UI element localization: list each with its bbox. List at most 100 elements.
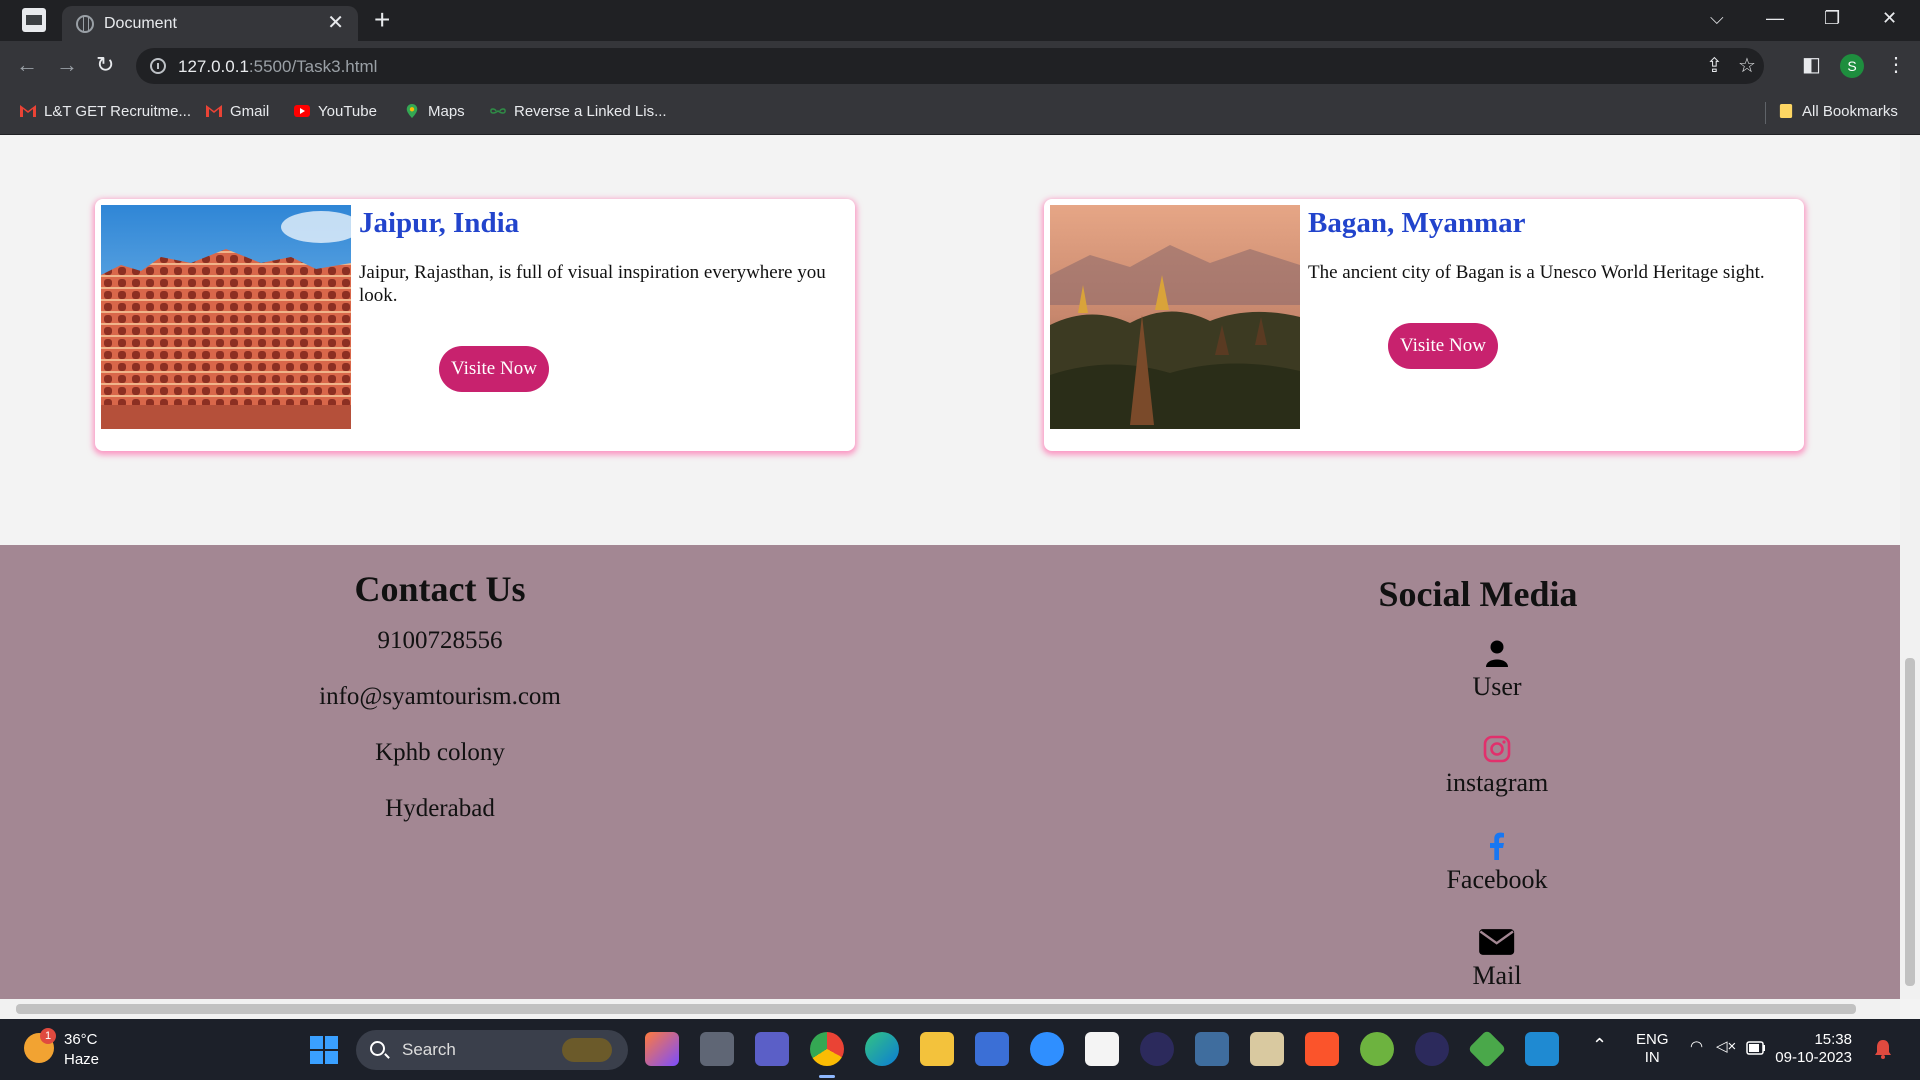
tab-title: Document bbox=[104, 15, 177, 32]
weather-badge: 1 bbox=[40, 1028, 56, 1044]
gmail-icon bbox=[20, 105, 36, 117]
social-instagram-link[interactable]: instagram bbox=[1397, 735, 1597, 798]
browser-tab[interactable]: Document ✕ bbox=[62, 6, 358, 41]
git-gui-icon[interactable] bbox=[1467, 1029, 1507, 1069]
bookmark-maps[interactable]: Maps bbox=[404, 103, 465, 120]
minimize-button[interactable]: — bbox=[1766, 6, 1784, 30]
all-bookmarks[interactable]: All Bookmarks bbox=[1778, 103, 1898, 120]
globe-icon bbox=[76, 15, 94, 33]
url-path: :5500/Task3.html bbox=[248, 57, 378, 76]
share-icon[interactable]: ⇪ bbox=[1706, 55, 1723, 77]
destination-card-bagan: Bagan, Myanmar The ancient city of Bagan… bbox=[1044, 199, 1804, 451]
windows-taskbar: 1 36°C Haze Search ⌃ ENG IN ◠ ◁× 15:38 09… bbox=[0, 1019, 1920, 1080]
volume-muted-icon[interactable]: ◁× bbox=[1716, 1037, 1736, 1055]
restore-button[interactable]: ❐ bbox=[1824, 6, 1840, 30]
back-button[interactable]: ← bbox=[16, 53, 38, 77]
folder-icon bbox=[1779, 104, 1793, 118]
maps-pin-icon bbox=[406, 104, 418, 118]
vscode-icon[interactable] bbox=[1525, 1032, 1559, 1066]
close-window-button[interactable]: ✕ bbox=[1882, 6, 1897, 30]
contact-title: Contact Us bbox=[354, 569, 526, 609]
new-tab-button[interactable]: + bbox=[374, 6, 390, 34]
region-code: IN bbox=[1644, 1049, 1660, 1066]
help-icon[interactable] bbox=[1030, 1032, 1064, 1066]
taskbar-search[interactable]: Search bbox=[356, 1030, 628, 1070]
browser-toolbar: ← → ↻ 127.0.0.1:5500/Task3.html ⇪ ☆ ◧ S … bbox=[0, 41, 1920, 91]
edge-icon[interactable] bbox=[865, 1032, 899, 1066]
browser-menu-icon[interactable]: ⋮ bbox=[1886, 53, 1906, 77]
system-clock[interactable]: 15:38 09-10-2023 bbox=[1768, 1031, 1852, 1067]
visit-now-button[interactable]: Visite Now bbox=[1388, 323, 1498, 369]
language-indicator[interactable]: ENG IN bbox=[1636, 1031, 1669, 1067]
archive-icon[interactable] bbox=[1250, 1032, 1284, 1066]
weather-temperature[interactable]: 36°C bbox=[64, 1031, 98, 1048]
bookmark-label: All Bookmarks bbox=[1802, 103, 1898, 120]
notification-bell-icon[interactable] bbox=[1874, 1039, 1892, 1059]
search-icon bbox=[370, 1041, 385, 1056]
forward-button[interactable]: → bbox=[56, 53, 78, 77]
social-mail-link[interactable]: Mail bbox=[1397, 928, 1597, 991]
spring-icon[interactable] bbox=[1360, 1032, 1394, 1066]
visit-now-button[interactable]: Visite Now bbox=[439, 346, 549, 392]
brave-icon[interactable] bbox=[1305, 1032, 1339, 1066]
instagram-icon bbox=[1483, 735, 1511, 763]
bagan-temples-image bbox=[1050, 205, 1300, 429]
chrome-active-indicator bbox=[819, 1075, 835, 1078]
photos-app-icon[interactable] bbox=[645, 1032, 679, 1066]
bookmark-label: Gmail bbox=[230, 103, 270, 120]
weather-description[interactable]: Haze bbox=[64, 1051, 99, 1068]
card-description: Jaipur, Rajasthan, is full of visual ins… bbox=[359, 262, 826, 306]
site-footer: Contact Us 9100728556 info@syamtourism.c… bbox=[0, 545, 1900, 999]
eclipse-ide-icon[interactable] bbox=[1415, 1032, 1449, 1066]
myhp-icon[interactable] bbox=[975, 1032, 1009, 1066]
social-facebook-link[interactable]: Facebook bbox=[1397, 832, 1597, 895]
tab-strip: Document ✕ + ⌵ — ❐ ✕ bbox=[0, 0, 1920, 41]
search-highlight-icon bbox=[562, 1038, 612, 1062]
bookmarks-bar: L&T GET Recruitme... Gmail YouTube Maps … bbox=[0, 91, 1920, 135]
contact-address: Kphb colony bbox=[375, 739, 505, 766]
card-title: Jaipur, India bbox=[359, 207, 520, 239]
eclipse-icon[interactable] bbox=[1140, 1032, 1174, 1066]
gfg-icon bbox=[490, 108, 506, 114]
contact-email: info@syamtourism.com bbox=[319, 683, 561, 710]
tab-close-icon[interactable]: ✕ bbox=[327, 12, 344, 34]
horizontal-scroll-thumb[interactable] bbox=[16, 1004, 1856, 1014]
social-label: Facebook bbox=[1446, 865, 1548, 894]
mysql-icon[interactable] bbox=[1195, 1032, 1229, 1066]
vertical-scroll-thumb[interactable] bbox=[1905, 658, 1915, 986]
url-host: 127.0.0.1 bbox=[178, 57, 249, 76]
store-icon[interactable] bbox=[1085, 1032, 1119, 1066]
profile-avatar[interactable]: S bbox=[1840, 54, 1864, 78]
teams-chat-icon[interactable] bbox=[755, 1032, 789, 1066]
bookmark-lt-get[interactable]: L&T GET Recruitme... bbox=[20, 103, 191, 120]
bookmark-youtube[interactable]: YouTube bbox=[294, 103, 377, 120]
side-panel-icon[interactable]: ◧ bbox=[1802, 53, 1821, 77]
bookmarks-separator bbox=[1765, 102, 1766, 124]
task-view-icon[interactable] bbox=[700, 1032, 734, 1066]
clock-time: 15:38 bbox=[1814, 1031, 1852, 1048]
site-info-icon[interactable] bbox=[150, 58, 166, 74]
social-label: User bbox=[1472, 672, 1522, 701]
social-label: Mail bbox=[1472, 961, 1522, 990]
bookmark-label: Maps bbox=[428, 103, 465, 120]
gmail-icon bbox=[206, 105, 222, 117]
bookmark-reverse-linked-list[interactable]: Reverse a Linked Lis... bbox=[490, 103, 667, 120]
contact-phone: 9100728556 bbox=[377, 627, 503, 654]
tab-search-chevron-icon[interactable]: ⌵ bbox=[1710, 6, 1724, 30]
tray-overflow-icon[interactable]: ⌃ bbox=[1592, 1035, 1607, 1056]
wifi-icon[interactable]: ◠ bbox=[1690, 1037, 1703, 1055]
start-button[interactable] bbox=[310, 1036, 338, 1064]
youtube-icon bbox=[294, 105, 310, 117]
bookmark-gmail[interactable]: Gmail bbox=[206, 103, 269, 120]
url-text[interactable]: 127.0.0.1:5500/Task3.html bbox=[178, 57, 377, 77]
app-window-icon[interactable] bbox=[22, 8, 46, 32]
social-user-link[interactable]: User bbox=[1397, 639, 1597, 702]
destination-card-jaipur: Jaipur, India Jaipur, Rajasthan, is full… bbox=[95, 199, 855, 451]
address-bar[interactable]: 127.0.0.1:5500/Task3.html ⇪ ☆ bbox=[136, 48, 1764, 84]
social-title: Social Media bbox=[1378, 574, 1578, 614]
bookmark-star-icon[interactable]: ☆ bbox=[1738, 55, 1756, 77]
battery-icon[interactable] bbox=[1746, 1041, 1766, 1055]
chrome-icon[interactable] bbox=[810, 1032, 844, 1066]
file-explorer-icon[interactable] bbox=[920, 1032, 954, 1066]
reload-button[interactable]: ↻ bbox=[96, 53, 114, 77]
